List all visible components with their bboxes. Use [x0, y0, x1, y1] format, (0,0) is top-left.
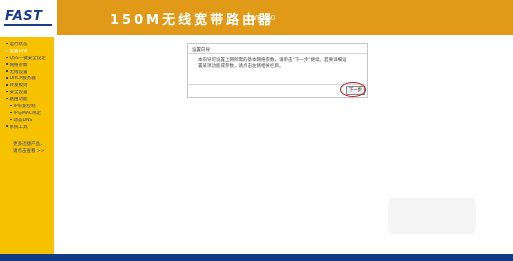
sidebar-item-network[interactable]: 网络参数: [6, 63, 54, 70]
sidebar-item-dhcp[interactable]: DHCP服务器: [6, 76, 54, 83]
sidebar: 运行状态 设置向导 QSS一键安全设定 网络参数 无线设置 DHCP服务器 转发…: [0, 37, 54, 254]
logo-underline: [4, 24, 52, 26]
router-admin-page: FAST 150M无线宽带路由器 FWR100 运行状态 设置向导 QSS一键安…: [0, 0, 513, 261]
sidebar-item-qss[interactable]: QSS一键安全设定: [6, 56, 54, 63]
sidebar-item-setup-wizard[interactable]: 设置向导: [6, 49, 54, 56]
bullet-icon: [6, 49, 8, 52]
sidebar-item-bandwidth-control[interactable]: IP带宽控制: [6, 104, 54, 111]
setup-wizard-panel: 设置向导 本向导可设置上网所需的基本网络参数，请单击“下一步”继续。若要详细设 …: [187, 43, 368, 98]
sidebar-item-label: 设置向导: [9, 48, 28, 54]
sidebar-item-label: QSS一键安全设定: [9, 55, 46, 61]
panel-divider-bottom: [188, 84, 367, 85]
more-products-link[interactable]: 更多迅捷产品，: [13, 141, 45, 148]
bullet-icon: [10, 118, 12, 121]
sidebar-item-security[interactable]: 安全设置: [6, 90, 54, 97]
sidebar-item-label: 路由功能: [9, 97, 28, 103]
sidebar-item-label: 网络参数: [9, 62, 28, 68]
sidebar-item-label: 动态DNS: [13, 117, 33, 123]
bullet-icon: [6, 125, 8, 127]
sidebar-item-label: 运行状态: [9, 42, 28, 47]
header-bar: FAST 150M无线宽带路由器 FWR100: [0, 0, 513, 35]
sidebar-item-label: 系统工具: [9, 124, 28, 130]
sidebar-item-label: DHCP服务器: [9, 76, 36, 82]
brand-logo: FAST: [0, 0, 57, 35]
bullet-icon: [6, 77, 8, 79]
bullet-icon: [6, 63, 8, 65]
sidebar-item-wireless[interactable]: 无线设置: [6, 70, 54, 77]
next-button[interactable]: 下一步: [346, 86, 365, 95]
bullet-icon: [6, 56, 8, 59]
bullet-icon: [10, 104, 12, 107]
bullet-icon: [6, 70, 8, 72]
sidebar-item-label: IP带宽控制: [13, 104, 36, 110]
bullet-icon: [6, 84, 8, 86]
sidebar-item-status[interactable]: 运行状态: [6, 42, 54, 49]
sidebar-item-label: IP与MAC绑定: [13, 110, 42, 116]
sidebar-item-routing[interactable]: 路由功能: [6, 97, 54, 104]
footer-bar: [0, 254, 513, 261]
view-more-link[interactable]: 请点击查看 >>: [13, 148, 45, 155]
bullet-icon: [6, 90, 8, 93]
sidebar-item-label: 安全设置: [9, 90, 28, 96]
more-products-links: 更多迅捷产品， 请点击查看 >>: [13, 141, 45, 155]
bullet-icon: [6, 97, 8, 100]
sidebar-item-system-tools[interactable]: 系统工具: [6, 125, 54, 132]
header-divider: [0, 35, 513, 37]
sidebar-item-label: 无线设置: [9, 69, 28, 75]
sidebar-item-label: 转发规则: [9, 83, 28, 89]
bullet-icon: [6, 42, 8, 45]
bullet-icon: [10, 111, 12, 114]
model-number: FWR100: [246, 14, 276, 22]
sidebar-item-ip-mac-binding[interactable]: IP与MAC绑定: [6, 111, 54, 118]
panel-description: 本向导可设置上网所需的基本网络参数，请单击“下一步”继续。若要详细设 置某项功能…: [198, 58, 358, 70]
sidebar-menu: 运行状态 设置向导 QSS一键安全设定 网络参数 无线设置 DHCP服务器 转发…: [6, 42, 54, 132]
sidebar-item-ddns[interactable]: 动态DNS: [6, 118, 54, 125]
panel-divider-top: [188, 53, 367, 54]
sidebar-item-forwarding[interactable]: 转发规则: [6, 83, 54, 90]
logo-text: FAST: [5, 9, 43, 24]
watermark-smudge: [388, 198, 476, 234]
description-line: 置某项功能或参数，请点击左侧相关栏目。: [198, 64, 284, 69]
